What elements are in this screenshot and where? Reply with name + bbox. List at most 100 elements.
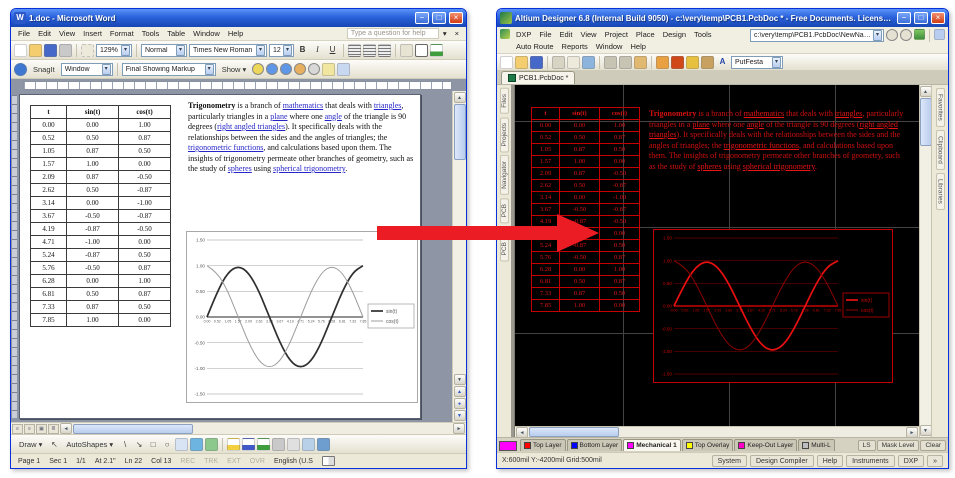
chevron-down-icon[interactable]: ▾ <box>205 64 214 75</box>
previous-page-icon[interactable]: ▲ <box>454 386 466 397</box>
font-size-select[interactable]: 12 ▾ <box>269 44 294 57</box>
next-change-icon[interactable] <box>280 63 292 75</box>
menu-item-file[interactable]: File <box>14 28 34 39</box>
wordart-icon[interactable] <box>190 438 203 451</box>
arrow-icon[interactable]: ↘ <box>133 440 145 449</box>
hyperlink[interactable]: trigonometric functions <box>188 143 263 152</box>
menu-item-design[interactable]: Design <box>659 28 690 40</box>
scroll-down-icon[interactable]: ▼ <box>920 425 932 436</box>
document-path-combo[interactable]: c:\very\temp\PCB1.PcbDoc\NewName * ▾ <box>750 29 884 42</box>
menu-item-tools[interactable]: Tools <box>138 28 164 39</box>
scroll-thumb[interactable] <box>529 427 619 437</box>
panel-tab-navigator[interactable]: Navigator <box>500 155 509 195</box>
scroll-thumb[interactable] <box>920 98 932 146</box>
menu-item-file[interactable]: File <box>535 28 555 40</box>
scroll-up-icon[interactable]: ▲ <box>454 92 466 103</box>
panel-tab-projects[interactable]: Projects <box>500 117 509 152</box>
scroll-down-icon[interactable]: ▼ <box>454 374 466 385</box>
toolbar-combo[interactable]: PutFesta ▾ <box>731 56 783 69</box>
hyperlink[interactable]: triangles <box>374 101 402 110</box>
layer-tab-top-layer[interactable]: Top Layer <box>520 439 566 451</box>
insert-comment-icon[interactable] <box>252 63 264 75</box>
open-icon[interactable] <box>515 56 528 69</box>
menu-item-view[interactable]: View <box>576 28 600 40</box>
new-document-icon[interactable] <box>14 44 27 57</box>
3d-style-icon[interactable] <box>317 438 330 451</box>
altium-minimize-button[interactable]: − <box>897 12 911 24</box>
menu-item-table[interactable]: Table <box>163 28 189 39</box>
shadow-style-icon[interactable] <box>302 438 315 451</box>
zoom-icon[interactable] <box>582 56 595 69</box>
place-string-icon[interactable]: A <box>716 56 729 69</box>
scroll-left-icon[interactable]: ◄ <box>60 423 72 434</box>
menu-item-insert[interactable]: Insert <box>79 28 106 39</box>
close-document-icon[interactable]: × <box>451 28 463 39</box>
menu-item-window[interactable]: Window <box>189 28 224 39</box>
panel-button-design-compiler[interactable]: Design Compiler <box>750 455 814 467</box>
panel-tab-favorites[interactable]: Favorites <box>936 88 945 127</box>
forward-navigation-icon[interactable] <box>900 29 912 41</box>
new-icon[interactable] <box>500 56 513 69</box>
scroll-track[interactable] <box>73 424 452 434</box>
layer-tab-keep-out-layer[interactable]: Keep-Out Layer <box>734 439 797 451</box>
chevron-down-icon[interactable]: ▾ <box>283 45 292 56</box>
vertical-ruler[interactable] <box>12 95 17 418</box>
panel-tab-libraries[interactable]: Libraries <box>936 173 945 210</box>
menu-item-edit[interactable]: Edit <box>556 28 577 40</box>
back-navigation-icon[interactable] <box>886 29 898 41</box>
zoom-select[interactable]: 129% ▾ <box>96 44 132 57</box>
print-icon[interactable] <box>552 56 565 69</box>
word-maximize-button[interactable]: □ <box>432 12 446 24</box>
menu-item-auto-route[interactable]: Auto Route <box>512 40 558 52</box>
menu-item-reports[interactable]: Reports <box>558 40 592 52</box>
canvas-horizontal-scrollbar[interactable]: ◄ ► <box>515 426 919 437</box>
print-layout-view-icon[interactable]: ▣ <box>36 424 47 434</box>
chevron-down-icon[interactable]: ▾ <box>439 28 451 39</box>
panel-tab-clipboard[interactable]: Clipboard <box>936 130 945 170</box>
line-color-icon[interactable] <box>242 438 255 451</box>
altium-titlebar[interactable]: Altium Designer 6.8 (Internal Build 9050… <box>497 9 948 27</box>
word-page[interactable]: tsin(t)cos(t)0.000.001.000.520.500.871.0… <box>19 94 421 419</box>
align-center-icon[interactable] <box>363 44 376 57</box>
cut-icon[interactable] <box>604 56 617 69</box>
print-icon[interactable] <box>59 44 72 57</box>
highlight-icon[interactable] <box>322 63 335 76</box>
outline-view-icon[interactable]: ≣ <box>48 424 59 434</box>
hyperlink[interactable]: right angled triangles <box>217 122 285 131</box>
select-browse-object-icon[interactable]: ● <box>454 398 466 409</box>
normal-view-icon[interactable]: ≡ <box>12 424 23 434</box>
menu-item-view[interactable]: View <box>55 28 79 39</box>
word-titlebar[interactable]: W 1.doc - Microsoft Word − □ × <box>11 9 466 27</box>
panel-button--[interactable]: » <box>927 455 943 467</box>
menu-item-tools[interactable]: Tools <box>690 28 716 40</box>
horizontal-ruler[interactable] <box>23 81 452 90</box>
font-color-icon[interactable] <box>257 438 270 451</box>
draw-menu-button[interactable]: Draw ▾ <box>15 439 46 450</box>
layer-button-mask-level[interactable]: Mask Level <box>877 440 920 451</box>
dash-style-icon[interactable] <box>287 438 300 451</box>
tab-pcb1-pcbdoc[interactable]: PCB1.PcbDoc * <box>501 71 575 84</box>
style-select[interactable]: Normal ▾ <box>141 44 187 57</box>
panel-button-help[interactable]: Help <box>817 455 843 467</box>
next-page-icon[interactable]: ▼ <box>454 410 466 421</box>
border-icon[interactable] <box>415 44 428 57</box>
underline-button[interactable]: U <box>326 44 339 57</box>
chevron-down-icon[interactable]: ▾ <box>121 45 130 56</box>
up-hierarchy-icon[interactable] <box>914 29 925 40</box>
scroll-left-icon[interactable]: ◄ <box>516 427 528 438</box>
snagit-button[interactable]: SnagIt <box>29 64 59 75</box>
layer-tab-top-overlay[interactable]: Top Overlay <box>682 439 734 451</box>
altium-close-button[interactable]: × <box>931 12 945 24</box>
layer-tab-bottom-layer[interactable]: Bottom Layer <box>567 439 623 451</box>
hyperlink[interactable]: mathematics <box>283 101 323 110</box>
word-close-button[interactable]: × <box>449 12 463 24</box>
bold-button[interactable]: B <box>296 44 309 57</box>
undo-icon[interactable] <box>81 44 94 57</box>
chevron-down-icon[interactable]: ▾ <box>873 30 882 41</box>
place-component-icon[interactable] <box>701 56 714 69</box>
snagit-window-select[interactable]: Window ▾ <box>61 63 113 76</box>
panel-button-dxp[interactable]: DXP <box>898 455 924 467</box>
hyperlink[interactable]: spheres <box>228 164 252 173</box>
italic-button[interactable]: I <box>311 44 324 57</box>
font-select[interactable]: Times New Roman ▾ <box>189 44 267 57</box>
